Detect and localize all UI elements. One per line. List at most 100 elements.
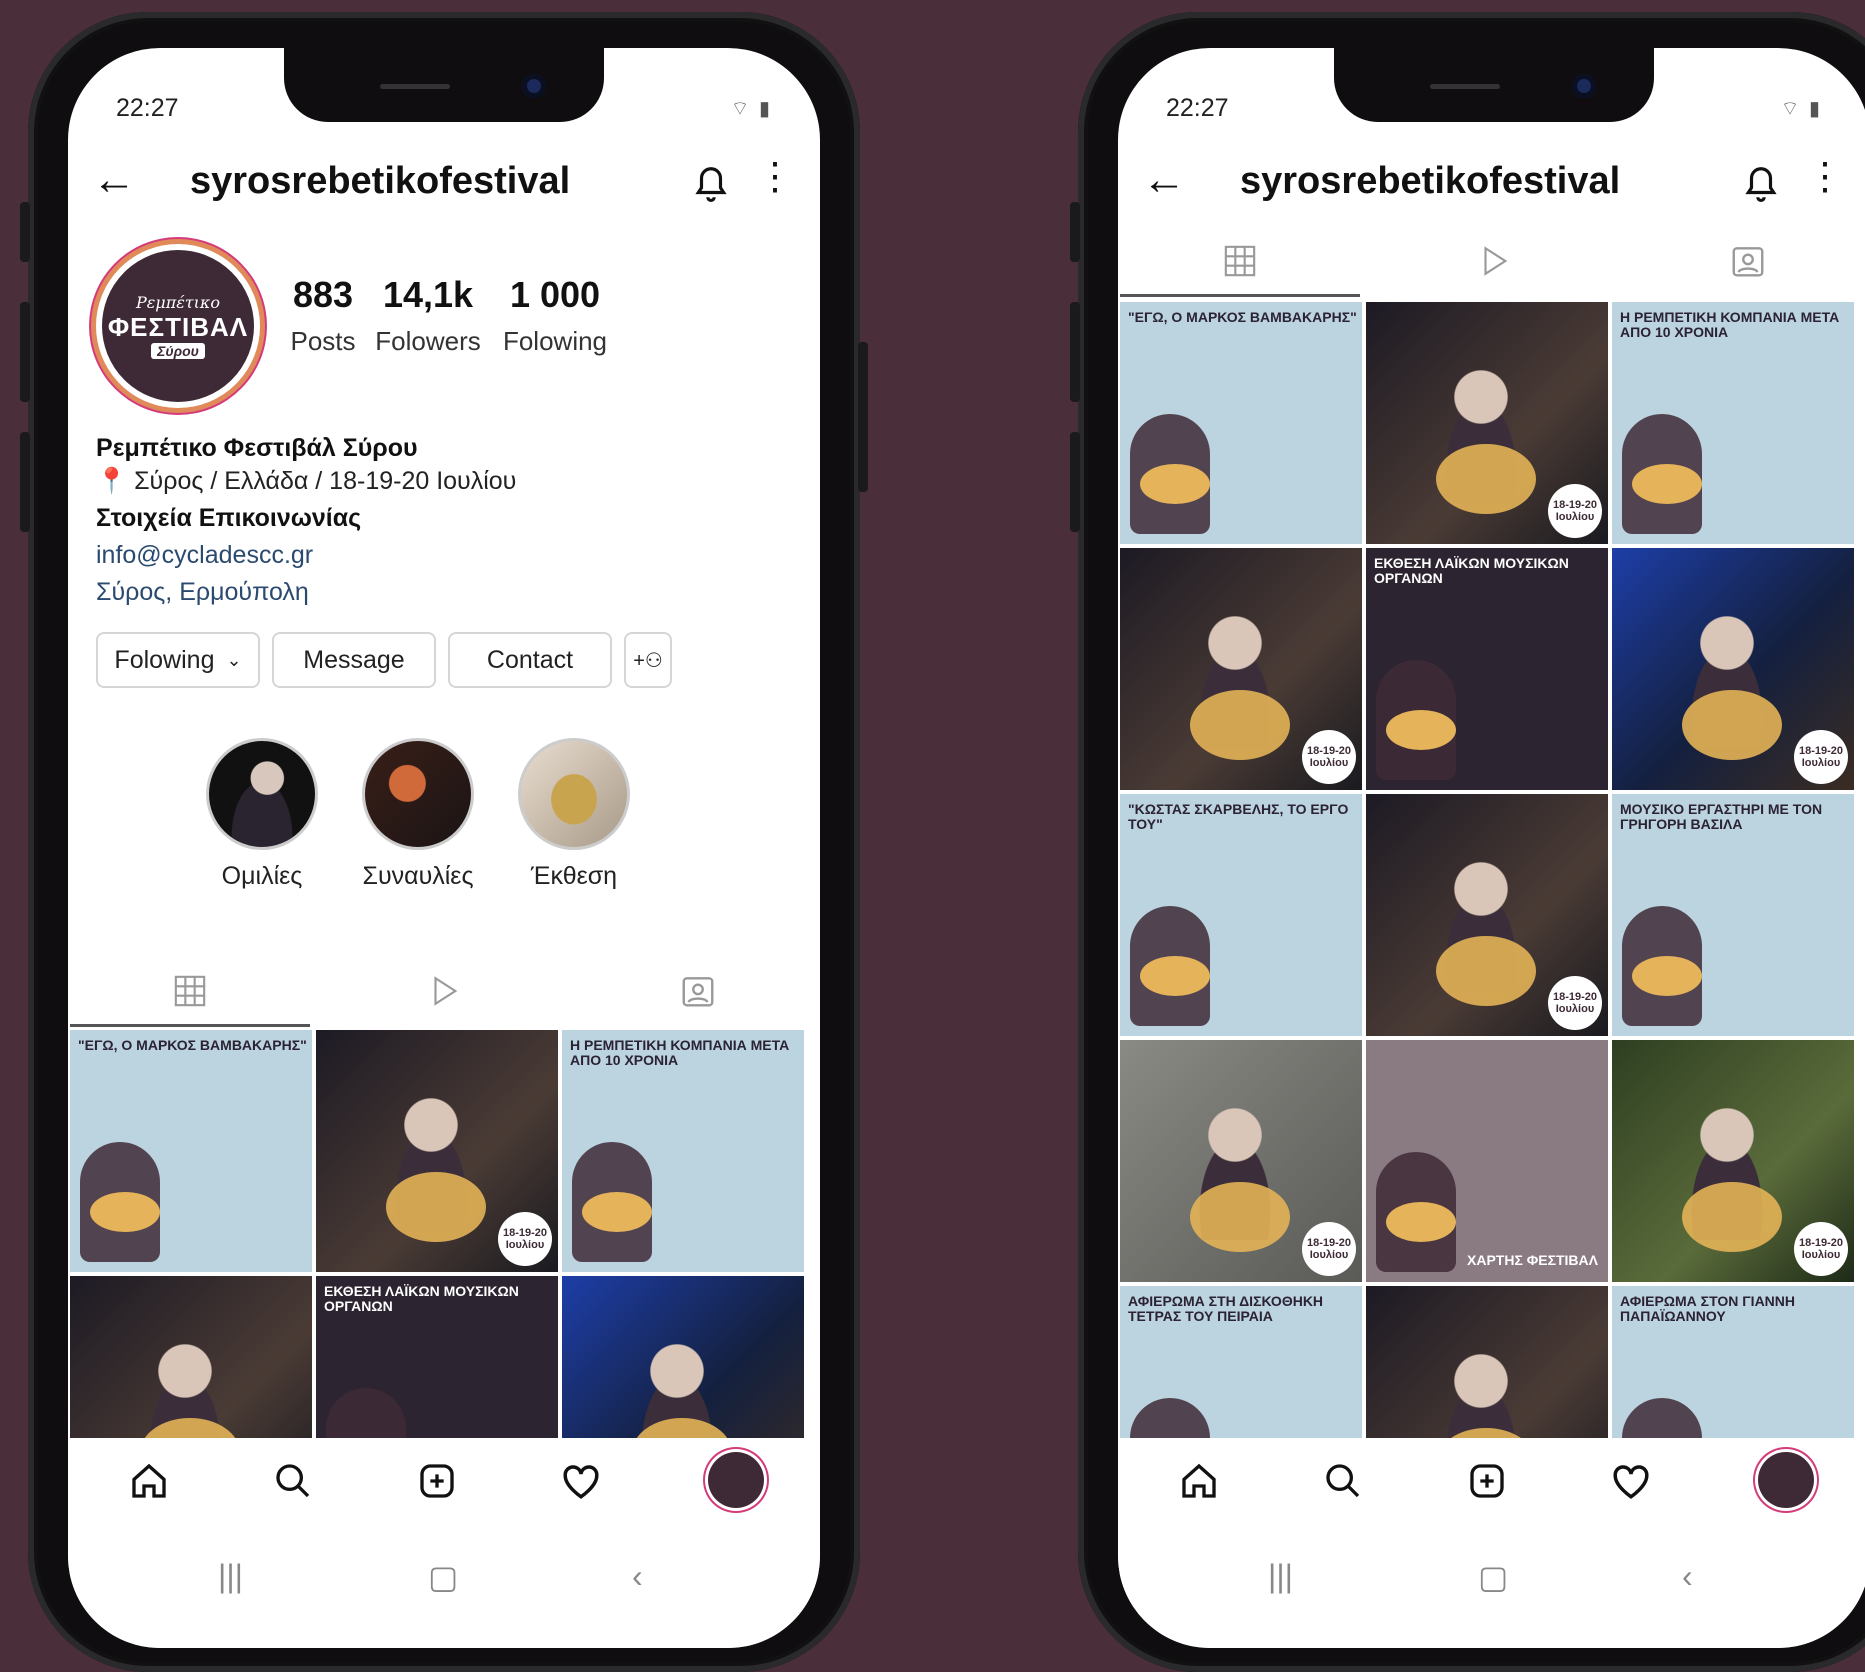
more-vertical-icon[interactable]: ⋮ xyxy=(756,158,794,196)
home-icon[interactable] xyxy=(1174,1456,1224,1506)
add-post-icon[interactable] xyxy=(1462,1456,1512,1506)
highlight-talks[interactable]: Ομιλίες xyxy=(202,738,322,891)
post-thumbnail[interactable]: ΕΚΘΕΣΗ ΛΑΪΚΩΝ ΜΟΥΣΙΚΩΝ ΟΡΓΑΝΩΝ xyxy=(1366,548,1608,790)
post-thumbnail[interactable]: 18-19-20 Ιουλίου xyxy=(1612,548,1854,790)
back-nav-icon[interactable]: ‹ xyxy=(1682,1558,1693,1595)
search-icon[interactable] xyxy=(1318,1456,1368,1506)
photo-instrument xyxy=(1190,690,1290,760)
reels-icon xyxy=(434,976,458,1006)
post-title: ΕΚΘΕΣΗ ΛΑΪΚΩΝ ΜΟΥΣΙΚΩΝ ΟΡΓΑΝΩΝ xyxy=(1374,555,1569,586)
post-date-badge: 18-19-20 Ιουλίου xyxy=(1302,730,1356,784)
add-post-icon[interactable] xyxy=(412,1456,462,1506)
post-title: "ΚΩΣΤΑΣ ΣΚΑΡΒΕΛΗΣ, ΤΟ ΕΡΓΟ ΤΟΥ" xyxy=(1128,801,1349,832)
post-thumbnail[interactable]: "ΚΩΣΤΑΣ ΣΚΑΡΒΕΛΗΣ, ΤΟ ΕΡΓΟ ΤΟΥ" xyxy=(1120,794,1362,1036)
bio-contact-heading: Στοιχεία Επικοινωνίας xyxy=(96,504,362,532)
photo-instrument xyxy=(1436,444,1536,514)
stat-following-value: 1 000 xyxy=(509,274,601,315)
side-button xyxy=(858,342,868,492)
photo-instrument xyxy=(1682,1182,1782,1252)
home-icon[interactable] xyxy=(124,1456,174,1506)
profile-nav-avatar[interactable] xyxy=(1758,1452,1814,1508)
status-time: 22:27 xyxy=(1166,94,1229,122)
profile-username: syrosrebetikofestival xyxy=(190,160,571,202)
notch xyxy=(284,48,604,122)
post-thumbnail[interactable]: ΜΟΥΣΙΚΟ ΕΡΓΑΣΤΗΡΙ ΜΕ ΤΟΝ ΓΡΗΓΟΡΗ ΒΑΣΙΛΑ xyxy=(1612,794,1854,1036)
heart-icon[interactable] xyxy=(556,1456,606,1506)
back-arrow-icon[interactable]: ← xyxy=(92,158,136,202)
phone-right: 22:27 ⌔ ▮ ← syrosrebetikofestival ⋮ "ΕΓΩ… xyxy=(1070,12,1865,1672)
side-button xyxy=(1070,432,1080,532)
stat-followers[interactable]: 14,1k Folowers xyxy=(363,274,493,357)
post-thumbnail[interactable]: 18-19-20 Ιουλίου xyxy=(1612,1040,1854,1282)
profile-header: ← syrosrebetikofestival ⋮ xyxy=(68,148,820,218)
tab-reels[interactable] xyxy=(1374,228,1614,294)
heart-icon[interactable] xyxy=(1606,1456,1656,1506)
bio-address[interactable]: Σύρος, Ερμούπολη xyxy=(96,576,796,609)
status-icons: ⌔ ▮ xyxy=(1780,98,1822,120)
post-thumbnail[interactable]: 18-19-20 Ιουλίου xyxy=(1120,1040,1362,1282)
post-thumbnail[interactable]: Η ΡΕΜΠΕΤΙΚΗ ΚΟΜΠΑΝΙΑ ΜΕΤΑ ΑΠΟ 10 ΧΡΟΝΙΑ xyxy=(1612,302,1854,544)
grid-icon xyxy=(1224,245,1256,277)
post-date-badge: 18-19-20 Ιουλίου xyxy=(1548,484,1602,538)
notch xyxy=(1334,48,1654,122)
home-button-icon[interactable]: ▢ xyxy=(428,1558,458,1596)
bell-icon[interactable] xyxy=(1742,162,1780,204)
post-thumbnail[interactable]: 18-19-20 Ιουλίου xyxy=(1120,548,1362,790)
profile-avatar[interactable]: Ρεμπέτικο ΦΕΣΤΙΒΑΛ Σύρου xyxy=(96,244,260,408)
side-button xyxy=(20,432,30,532)
post-title: ΕΚΘΕΣΗ ΛΑΪΚΩΝ ΜΟΥΣΙΚΩΝ ΟΡΓΑΝΩΝ xyxy=(324,1283,519,1314)
add-person-icon: +⚇ xyxy=(633,649,663,672)
profile-nav-avatar[interactable] xyxy=(708,1452,764,1508)
stat-following[interactable]: 1 000 Folowing xyxy=(480,274,630,357)
bell-icon[interactable] xyxy=(692,162,730,204)
highlight-thumbnail xyxy=(206,738,318,850)
post-date-badge: 18-19-20 Ιουλίου xyxy=(1794,730,1848,784)
profile-username: syrosrebetikofestival xyxy=(1240,160,1621,202)
home-button-icon[interactable]: ▢ xyxy=(1478,1558,1508,1596)
side-button xyxy=(20,202,30,262)
tab-grid[interactable] xyxy=(1120,228,1360,297)
post-thumbnail[interactable]: "ΕΓΩ, Ο ΜΑΡΚΟΣ ΒΑΜΒΑΚΑΡΗΣ" xyxy=(1120,302,1362,544)
message-button[interactable]: Message xyxy=(272,632,436,688)
photo-instrument xyxy=(1190,1182,1290,1252)
post-date-badge: 18-19-20 Ιουλίου xyxy=(1548,976,1602,1030)
side-button xyxy=(20,302,30,402)
bio-email[interactable]: info@cycladescc.gr xyxy=(96,539,796,572)
highlight-exhibition[interactable]: Έκθεση xyxy=(514,738,634,891)
recents-icon[interactable]: ||| xyxy=(218,1558,243,1595)
profile-actions: Folowing ⌄ Message Contact +⚇ xyxy=(96,632,796,690)
contact-button[interactable]: Contact xyxy=(448,632,612,688)
message-button-label: Message xyxy=(303,645,405,674)
following-button-label: Folowing xyxy=(114,645,215,674)
photo-instrument xyxy=(1436,936,1536,1006)
tab-reels[interactable] xyxy=(324,958,564,1024)
post-thumbnail[interactable]: "ΕΓΩ, Ο ΜΑΡΚΟΣ ΒΑΜΒΑΚΑΡΗΣ" xyxy=(70,1030,312,1272)
post-date-badge: 18-19-20 Ιουλίου xyxy=(1302,1222,1356,1276)
post-thumbnail[interactable]: ΧΑΡΤΗΣ ΦΕΣΤΙΒΑΛ xyxy=(1366,1040,1608,1282)
post-thumbnail[interactable]: 18-19-20 Ιουλίου xyxy=(316,1030,558,1272)
post-title: Η ΡΕΜΠΕΤΙΚΗ ΚΟΜΠΑΝΙΑ ΜΕΤΑ ΑΠΟ 10 ΧΡΟΝΙΑ xyxy=(1620,309,1840,340)
tab-tagged[interactable] xyxy=(1628,228,1865,294)
post-title: ΑΦΙΕΡΩΜΑ ΣΤΗ ΔΙΣΚΟΘΗΚΗ ΤΕΤΡΑΣ ΤΟΥ ΠΕΙΡΑΙ… xyxy=(1128,1293,1324,1324)
tab-grid[interactable] xyxy=(70,958,310,1027)
bio-location-row: 📍 Σύρος / Ελλάδα / 18-19-20 Ιουλίου xyxy=(96,465,796,498)
stat-posts[interactable]: 883 Posts xyxy=(268,274,378,357)
following-button[interactable]: Folowing ⌄ xyxy=(96,632,260,688)
highlight-concerts[interactable]: Συναυλίες xyxy=(358,738,478,891)
profile-header: ← syrosrebetikofestival ⋮ xyxy=(1118,148,1865,218)
back-nav-icon[interactable]: ‹ xyxy=(632,1558,643,1595)
post-thumbnail[interactable]: Η ΡΕΜΠΕΤΙΚΗ ΚΟΜΠΑΝΙΑ ΜΕΤΑ ΑΠΟ 10 ΧΡΟΝΙΑ xyxy=(562,1030,804,1272)
recents-icon[interactable]: ||| xyxy=(1268,1558,1293,1595)
more-vertical-icon[interactable]: ⋮ xyxy=(1806,158,1844,196)
guitar-illustration xyxy=(582,1192,652,1232)
search-icon[interactable] xyxy=(268,1456,318,1506)
reels-icon xyxy=(1484,246,1508,276)
add-person-button[interactable]: +⚇ xyxy=(624,632,672,688)
tab-tagged[interactable] xyxy=(578,958,818,1024)
back-arrow-icon[interactable]: ← xyxy=(1142,158,1186,202)
post-thumbnail[interactable]: 18-19-20 Ιουλίου xyxy=(1366,302,1608,544)
post-thumbnail[interactable]: 18-19-20 Ιουλίου xyxy=(1366,794,1608,1036)
stat-posts-label: Posts xyxy=(290,326,356,356)
photo-instrument xyxy=(386,1172,486,1242)
highlight-label: Συναυλίες xyxy=(362,862,474,890)
